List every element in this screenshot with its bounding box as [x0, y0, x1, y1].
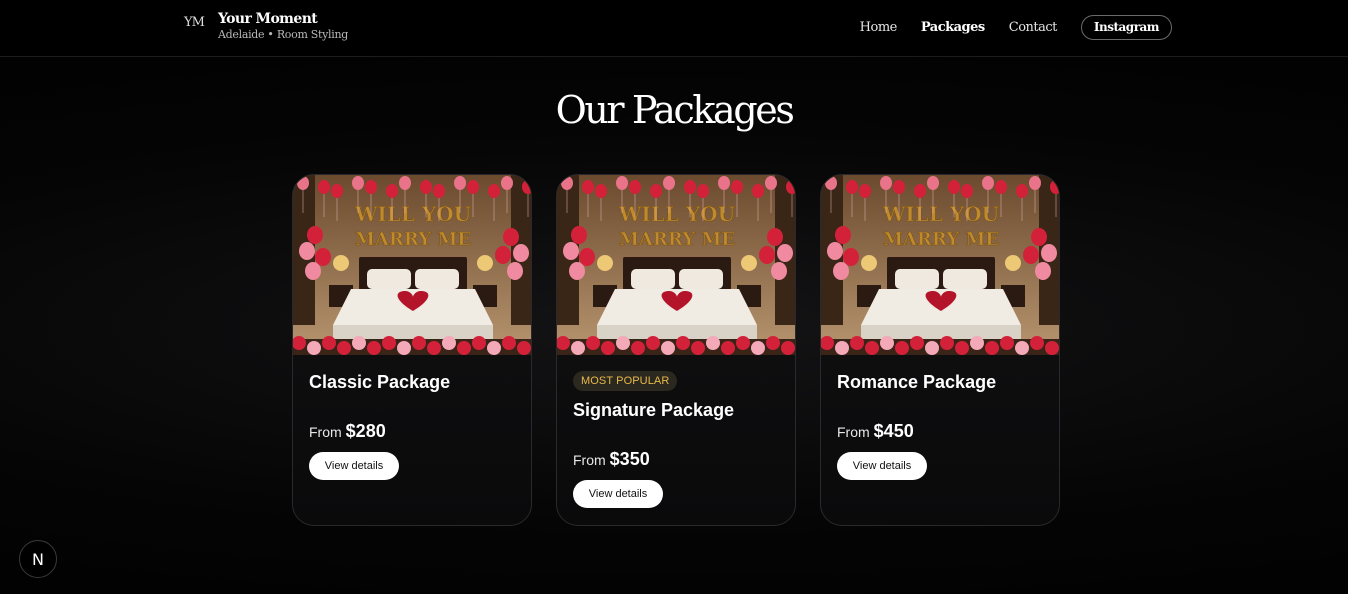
view-details-button[interactable]: View details [837, 452, 927, 480]
card-body: MOST POPULAR Signature Package From $350… [557, 355, 795, 508]
price-value: $350 [609, 449, 650, 469]
nav-contact[interactable]: Contact [1009, 16, 1058, 40]
brand-title: Your Moment [218, 11, 318, 27]
page-title: Our Packages [555, 88, 795, 132]
nav-home[interactable]: Home [860, 16, 898, 40]
package-price: From $280 [309, 421, 515, 442]
package-image: WILL YOU MARRY ME [293, 175, 531, 355]
main-nav: Home Packages Contact Instagram [860, 15, 1172, 40]
svg-text:MARRY ME: MARRY ME [883, 229, 999, 250]
svg-text:MARRY ME: MARRY ME [355, 229, 471, 250]
price-prefix: From [309, 424, 342, 440]
nav-packages[interactable]: Packages [921, 16, 985, 40]
package-name: Romance Package [837, 372, 997, 392]
package-cards: WILL YOU MARRY ME Classic Package From $2… [292, 174, 1060, 526]
package-name: Signature Package [573, 400, 735, 420]
package-card-romance[interactable]: WILL YOU MARRY ME Romance Package From $4… [820, 174, 1060, 526]
brand-text: Your Moment Adelaide • Room Styling [218, 11, 348, 42]
room-illustration: WILL YOU MARRY ME [821, 175, 1059, 355]
package-card-classic[interactable]: WILL YOU MARRY ME Classic Package From $2… [292, 174, 532, 526]
price-value: $450 [873, 421, 914, 441]
svg-text:WILL YOU: WILL YOU [882, 202, 999, 226]
package-card-signature[interactable]: WILL YOU MARRY ME MOST POPULAR Signature … [556, 174, 796, 526]
package-price: From $450 [837, 421, 1043, 442]
svg-text:MARRY ME: MARRY ME [619, 229, 735, 250]
price-prefix: From [837, 424, 870, 440]
package-price: From $350 [573, 449, 779, 470]
room-illustration: WILL YOU MARRY ME [293, 175, 531, 355]
view-details-button[interactable]: View details [573, 480, 663, 508]
view-details-button[interactable]: View details [309, 452, 399, 480]
brand-logo-icon: YM [184, 15, 205, 30]
package-image: WILL YOU MARRY ME [821, 175, 1059, 355]
card-body: Romance Package From $450 View details [821, 355, 1059, 480]
dev-tools-badge[interactable]: N [19, 540, 57, 578]
price-value: $280 [345, 421, 386, 441]
room-illustration: WILL YOU MARRY ME [557, 175, 795, 355]
svg-text:WILL YOU: WILL YOU [354, 202, 471, 226]
package-image: WILL YOU MARRY ME [557, 175, 795, 355]
brand[interactable]: YM Your Moment Adelaide • Room Styling [184, 11, 348, 42]
card-body: Classic Package From $280 View details [293, 355, 531, 480]
svg-text:WILL YOU: WILL YOU [618, 202, 735, 226]
site-header: YM Your Moment Adelaide • Room Styling H… [0, 0, 1348, 57]
package-name: Classic Package [309, 372, 451, 392]
brand-subtitle: Adelaide • Room Styling [218, 28, 349, 41]
most-popular-badge: MOST POPULAR [573, 371, 678, 391]
instagram-button[interactable]: Instagram [1080, 15, 1172, 40]
price-prefix: From [573, 452, 606, 468]
